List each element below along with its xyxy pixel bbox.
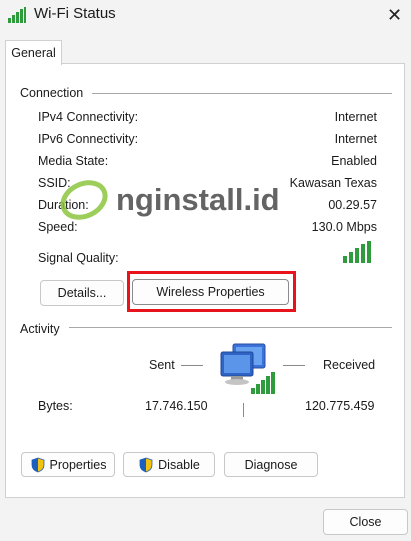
activity-divider — [69, 327, 392, 328]
properties-button[interactable]: Properties — [21, 452, 115, 477]
close-button[interactable]: Close — [323, 509, 408, 535]
network-computers-icon — [220, 343, 275, 394]
wifi-signal-icon — [8, 7, 26, 23]
watermark-text: nginstall.id — [116, 182, 280, 217]
ipv6-label: IPv6 Connectivity: — [38, 132, 139, 146]
bytes-divider — [243, 403, 244, 417]
uac-shield-icon — [139, 457, 153, 472]
bytes-sent-value: 17.746.150 — [145, 399, 208, 413]
sent-label: Sent — [149, 358, 175, 372]
duration-value: 00.29.57 — [328, 198, 377, 212]
media-state-value: Enabled — [331, 154, 377, 168]
uac-shield-icon — [31, 457, 44, 472]
sent-line — [181, 365, 203, 366]
ipv4-label: IPv4 Connectivity: — [38, 110, 139, 124]
ipv6-value: Internet — [334, 132, 377, 146]
wireless-properties-button[interactable]: Wireless Properties — [132, 279, 289, 305]
ipv4-value: Internet — [334, 110, 377, 124]
signal-strength-icon — [343, 241, 371, 263]
window-title: Wi-Fi Status — [34, 5, 116, 22]
signal-quality-label: Signal Quality: — [38, 251, 119, 265]
ssid-value: Kawasan Texas — [289, 176, 377, 190]
watermark-logo: nginstall.id — [60, 180, 280, 220]
connection-heading: Connection — [20, 86, 84, 100]
disable-button-label: Disable — [158, 457, 200, 472]
received-label: Received — [323, 358, 376, 372]
close-window-icon[interactable]: ✕ — [378, 0, 411, 30]
details-button[interactable]: Details... — [40, 280, 124, 306]
received-line — [283, 365, 305, 366]
properties-button-label: Properties — [49, 457, 107, 472]
activity-heading: Activity — [20, 322, 60, 336]
disable-button[interactable]: Disable — [123, 452, 215, 477]
bytes-label: Bytes: — [38, 399, 73, 413]
bytes-received-value: 120.775.459 — [305, 399, 375, 413]
speed-value: 130.0 Mbps — [311, 220, 377, 234]
tab-general[interactable]: General — [5, 40, 62, 65]
media-state-label: Media State: — [38, 154, 109, 168]
diagnose-button[interactable]: Diagnose — [224, 452, 318, 477]
connection-divider — [92, 93, 392, 94]
